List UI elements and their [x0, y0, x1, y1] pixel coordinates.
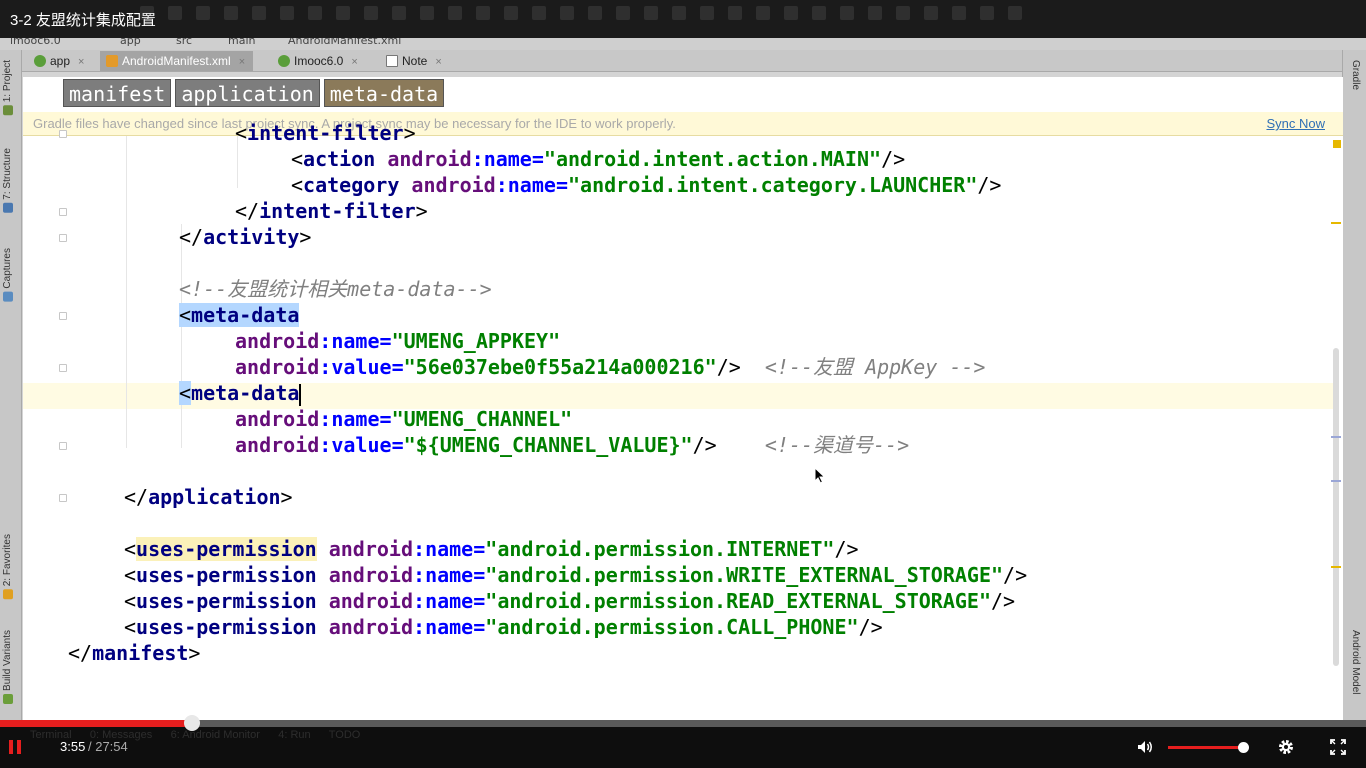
code-line: android:name="UMENG_CHANNEL"	[235, 407, 573, 431]
total-time: / 27:54	[88, 739, 128, 754]
code-comment: <!--友盟统计相关meta-data-->	[179, 277, 492, 301]
volume-slider[interactable]	[1168, 742, 1250, 753]
indent-guide	[181, 224, 182, 448]
project-icon	[3, 105, 13, 116]
code-line: </manifest>	[68, 641, 201, 665]
volume-fill	[1168, 746, 1244, 749]
usage-marker[interactable]	[1331, 480, 1341, 482]
volume-icon[interactable]	[1136, 738, 1154, 756]
ide-status-bar-ghost: Terminal 0: Messages 6: Android Monitor …	[30, 729, 361, 741]
tool-structure[interactable]: 7: Structure	[2, 148, 20, 213]
tab-label: AndroidManifest.xml	[122, 54, 231, 68]
gradle-icon	[278, 55, 290, 67]
indent-guide	[126, 136, 127, 448]
current-time: 3:55	[60, 739, 86, 754]
code-line: <meta-data	[179, 381, 302, 406]
tab-app[interactable]: app ×	[28, 51, 92, 71]
close-icon[interactable]: ×	[351, 56, 357, 68]
breadcrumb-item[interactable]: imooc6.0	[10, 38, 61, 47]
tab-note[interactable]: Note ×	[380, 51, 450, 71]
video-progress-bar[interactable]	[0, 715, 1366, 731]
breadcrumb-item[interactable]: src	[176, 38, 192, 47]
tool-android-model[interactable]: Android Model	[1350, 630, 1361, 694]
tab-label: Note	[402, 54, 428, 68]
xml-crumb-manifest[interactable]: manifest	[63, 79, 172, 107]
xml-file-icon	[106, 55, 118, 67]
editor-tab-bar: app × AndroidManifest.xml × Imooc6.0 × Note…	[22, 50, 1342, 72]
gear-icon[interactable]	[1277, 738, 1295, 756]
tab-label: app	[50, 54, 71, 68]
ide-toolbar-ghost	[140, 6, 1306, 24]
camera-icon	[3, 291, 13, 302]
warning-marker[interactable]	[1331, 566, 1341, 568]
sync-now-link[interactable]: Sync Now	[1266, 116, 1325, 131]
left-tool-strip: 1: Project 7: Structure Captures 2: Favo…	[0, 50, 22, 720]
warning-marker[interactable]	[1333, 140, 1341, 148]
editor-scrollbar[interactable]	[1329, 136, 1343, 720]
text-file-icon	[386, 55, 398, 67]
xml-crumb-meta-data[interactable]: meta-data	[323, 79, 445, 107]
close-icon[interactable]: ×	[78, 56, 84, 68]
structure-icon	[3, 202, 13, 213]
code-line: android:value="${UMENG_CHANNEL_VALUE}"/>…	[235, 433, 910, 457]
tab-label: Imooc6.0	[294, 54, 344, 68]
code-line: android:name="UMENG_APPKEY"	[235, 329, 561, 353]
xml-breadcrumb: manifest application meta-data	[63, 79, 445, 107]
close-icon[interactable]: ×	[435, 56, 441, 68]
video-player-controls: Terminal 0: Messages 6: Android Monitor …	[0, 715, 1366, 768]
navigation-breadcrumb: imooc6.0 app src main AndroidManifest.xm…	[0, 38, 1366, 50]
tool-build-variants[interactable]: Build Variants	[2, 630, 20, 704]
code-line: <uses-permission android:name="android.p…	[124, 589, 1016, 613]
fullscreen-icon[interactable]	[1330, 739, 1346, 755]
warning-marker[interactable]	[1331, 222, 1341, 224]
usage-marker[interactable]	[1331, 436, 1341, 438]
pause-button[interactable]	[9, 740, 23, 754]
mouse-pointer-icon	[814, 467, 826, 484]
code-line: <category android:name="android.intent.c…	[291, 173, 1002, 197]
code-line: android:value="56e037ebe0f55a214a000216"…	[235, 355, 986, 379]
code-line: <action android:name="android.intent.act…	[291, 147, 906, 171]
code-line: <intent-filter>	[235, 121, 416, 145]
text-caret	[299, 383, 302, 406]
code-line: </intent-filter>	[235, 199, 428, 223]
gradle-sync-banner: Gradle files have changed since last pro…	[23, 112, 1343, 136]
star-icon	[3, 589, 13, 600]
scroll-thumb[interactable]	[1333, 348, 1339, 666]
code-line: <uses-permission android:name="android.p…	[124, 615, 883, 639]
video-progress-fill	[0, 720, 192, 727]
video-progress-handle[interactable]	[183, 715, 200, 731]
code-area[interactable]: <intent-filter> <action android:name="an…	[23, 121, 1333, 720]
module-icon	[34, 55, 46, 67]
code-line: </application>	[124, 485, 293, 509]
ide-window: imooc6.0 app src main AndroidManifest.xm…	[0, 38, 1366, 720]
code-line: </activity>	[179, 225, 312, 249]
video-title-bar: 3-2 友盟统计集成配置	[0, 0, 1366, 38]
xml-crumb-application[interactable]: application	[175, 79, 320, 107]
tool-captures[interactable]: Captures	[2, 248, 20, 302]
breadcrumb-item[interactable]: app	[120, 38, 141, 47]
breadcrumb-item[interactable]: AndroidManifest.xml	[288, 38, 401, 47]
tool-gradle[interactable]: Gradle	[1350, 60, 1361, 90]
close-icon[interactable]: ×	[239, 56, 245, 68]
right-tool-strip: Gradle Android Model	[1342, 50, 1366, 720]
tool-favorites[interactable]: 2: Favorites	[2, 534, 20, 600]
code-line: <meta-data	[179, 303, 300, 327]
tab-android-manifest[interactable]: AndroidManifest.xml ×	[100, 51, 254, 71]
code-editor[interactable]: manifest application meta-data Gradle fi…	[23, 77, 1343, 720]
android-icon	[3, 693, 13, 704]
tab-imooc[interactable]: Imooc6.0 ×	[272, 51, 366, 71]
code-line: <uses-permission android:name="android.p…	[124, 537, 859, 561]
code-line: <uses-permission android:name="android.p…	[124, 563, 1028, 587]
tool-project[interactable]: 1: Project	[2, 60, 20, 116]
video-title: 3-2 友盟统计集成配置	[10, 12, 156, 29]
breadcrumb-item[interactable]: main	[228, 38, 255, 47]
